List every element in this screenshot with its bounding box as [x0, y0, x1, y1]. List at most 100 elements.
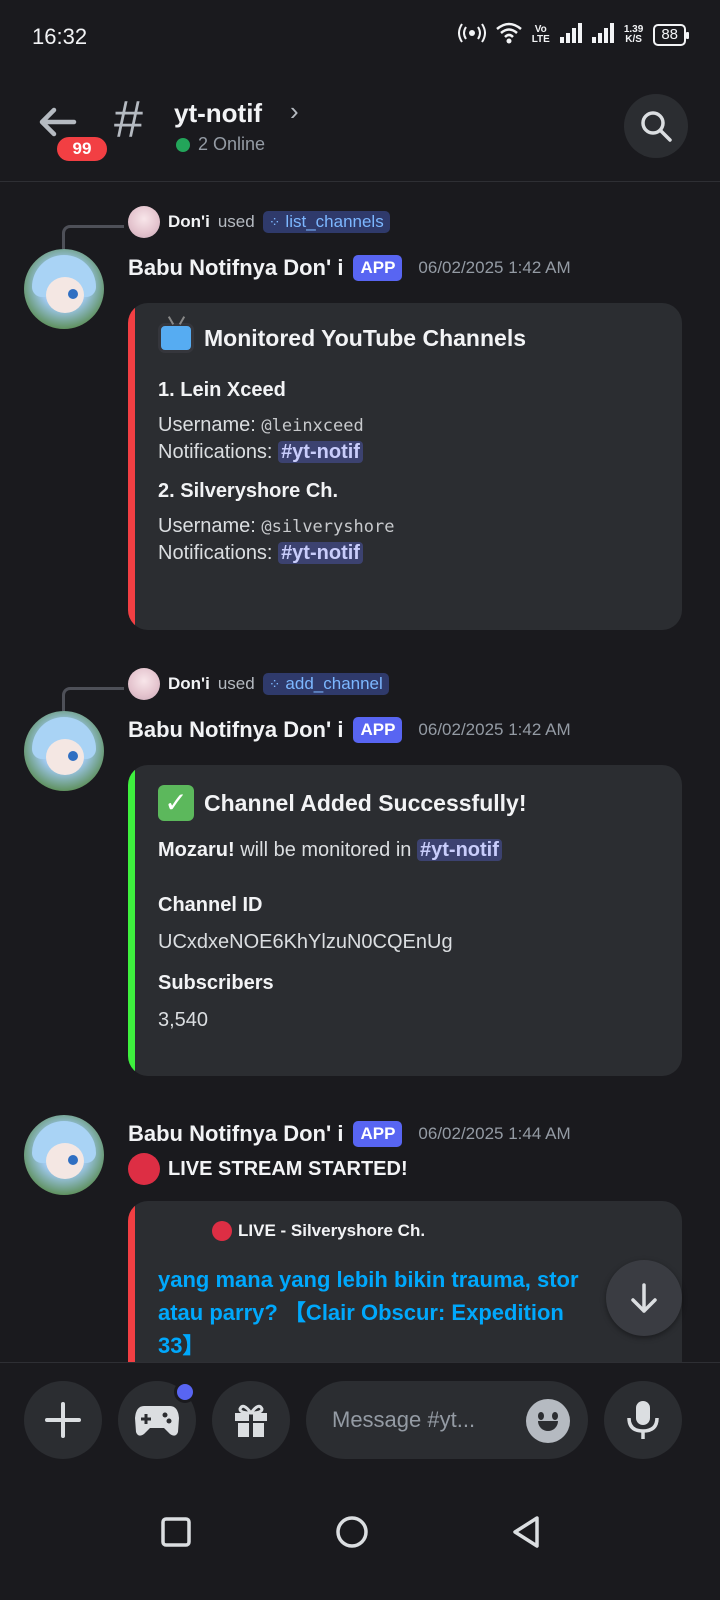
embed-author[interactable]: LIVE - Silveryshore Ch. [212, 1221, 662, 1241]
channel-entry-heading: 2. Silveryshore Ch. [158, 480, 339, 502]
notifications-label: Notifications: [158, 542, 273, 564]
channel-title[interactable]: yt-notif [174, 98, 262, 129]
message-input[interactable]: Message #yt... [306, 1381, 588, 1459]
command-reply[interactable]: Don'i used ⁘ list_channels [128, 206, 390, 238]
network-speed-value: 1.39 [623, 23, 644, 35]
message-timestamp: 06/02/2025 1:42 AM [418, 720, 571, 739]
field-value: 3,540 [158, 1009, 209, 1031]
notification-dot [174, 1381, 196, 1403]
volte-top: Vo [534, 23, 547, 35]
message-timestamp: 06/02/2025 1:44 AM [418, 1124, 571, 1143]
hotspot-icon [457, 23, 486, 46]
embed-title-link[interactable]: yang mana yang lebih bikin trauma, stor … [158, 1263, 662, 1362]
channel-entry-notifications: Notifications: #yt-notif [158, 441, 662, 464]
back-nav-button[interactable] [496, 1502, 556, 1562]
wifi-icon [495, 22, 522, 47]
message-timestamp: 06/02/2025 1:42 AM [418, 258, 571, 277]
battery-icon: 88 [653, 23, 689, 46]
message-list[interactable]: Don'i used ⁘ list_channels Babu Notifnya… [0, 183, 720, 1388]
reply-connector [62, 225, 124, 249]
emoji-icon[interactable] [526, 1399, 570, 1443]
command-name: add_channel [285, 674, 383, 693]
username-label: Username: [158, 515, 256, 537]
signal-icon [559, 23, 582, 46]
red-circle-icon [212, 1221, 232, 1241]
embed-author-text: LIVE - Silveryshore Ch. [238, 1221, 426, 1240]
add-attachment-button[interactable] [24, 1381, 102, 1459]
embed-description: Mozaru! will be monitored in #yt-notif [158, 839, 662, 862]
channel-entry: 1. Lein Xceed Username: @leinxceed Notif… [158, 379, 662, 464]
jump-to-bottom-button[interactable] [606, 1260, 682, 1336]
message-author[interactable]: Babu Notifnya Don' i [128, 1121, 343, 1147]
reply-connector [62, 687, 124, 711]
embed-title-text: Channel Added Successfully! [204, 789, 527, 816]
arrow-down-icon [631, 1283, 657, 1313]
channel-entry-notifications: Notifications: #yt-notif [158, 542, 662, 565]
embed-title: ✓ Channel Added Successfully! [158, 785, 662, 821]
username-value: @leinxceed [261, 416, 364, 436]
message-author[interactable]: Babu Notifnya Don' i [128, 717, 343, 743]
voice-message-button[interactable] [604, 1381, 682, 1459]
avatar[interactable] [24, 1115, 104, 1195]
gift-icon [235, 1404, 267, 1437]
notifications-label: Notifications: [158, 441, 273, 463]
field-name: Channel ID [158, 894, 263, 916]
network-speed: 1.39 K/S [623, 23, 644, 45]
gift-button[interactable] [212, 1381, 290, 1459]
circle-icon [336, 1516, 368, 1548]
username-value: @silveryshore [261, 517, 395, 537]
recents-button[interactable] [146, 1502, 206, 1562]
command-pill[interactable]: ⁘ list_channels [262, 211, 390, 233]
channel-entry: 2. Silveryshore Ch. Username: @silverysh… [158, 480, 662, 565]
channel-mention[interactable]: #yt-notif [278, 542, 363, 564]
message-text: LIVE STREAM STARTED! [168, 1157, 408, 1180]
message-composer: Message #yt... [0, 1362, 720, 1472]
signal-icon [591, 23, 614, 46]
activities-button[interactable] [118, 1381, 196, 1459]
app-badge: APP [353, 255, 403, 281]
chevron-right-icon[interactable]: › [290, 96, 299, 127]
message-author[interactable]: Babu Notifnya Don' i [128, 255, 343, 281]
check-mark-icon: ✓ [158, 785, 194, 821]
channel-mention[interactable]: #yt-notif [417, 839, 502, 861]
embed-accent-bar [128, 1201, 135, 1388]
embed-title-text: Monitored YouTube Channels [204, 324, 526, 351]
plus-icon [45, 1402, 81, 1438]
description-text: will be monitored in [240, 839, 412, 861]
embed-card: ✓ Channel Added Successfully! Mozaru! wi… [128, 765, 682, 1076]
message-header: Babu Notifnya Don' i APP 06/02/2025 1:42… [128, 717, 571, 743]
status-bar: 16:32 Vo LTE 1.39 K/S 88 [0, 0, 720, 72]
volte-indicator: Vo LTE [531, 23, 550, 45]
app-badge: APP [353, 1121, 403, 1147]
gamepad-icon [135, 1406, 179, 1436]
home-button[interactable] [322, 1502, 382, 1562]
avatar[interactable] [24, 249, 104, 329]
embed-title-line: atau parry? 【Clair Obscur: Expedition [158, 1300, 564, 1325]
app-badge: APP [353, 717, 403, 743]
command-pill[interactable]: ⁘ add_channel [262, 673, 389, 695]
message-header: Babu Notifnya Don' i APP 06/02/2025 1:44… [128, 1121, 571, 1147]
reply-username: Don'i [168, 212, 210, 231]
television-icon [158, 323, 194, 353]
online-status: 2 Online [176, 134, 265, 155]
message-input-placeholder: Message #yt... [332, 1407, 476, 1432]
search-button[interactable] [624, 94, 688, 158]
username-label: Username: [158, 414, 256, 436]
field-value: UCxdxeNOE6KhYlzuN0CQEnUg [158, 931, 453, 953]
avatar [128, 206, 160, 238]
online-dot [176, 137, 190, 152]
avatar [128, 668, 160, 700]
command-reply[interactable]: Don'i used ⁘ add_channel [128, 668, 389, 700]
app-command-icon: ⁘ [268, 675, 281, 692]
channel-entry-heading: 1. Lein Xceed [158, 379, 286, 401]
reply-username: Don'i [168, 674, 210, 693]
embed-accent-bar [128, 765, 135, 1076]
status-time: 16:32 [32, 24, 88, 49]
app-command-icon: ⁘ [268, 213, 281, 230]
avatar[interactable] [24, 711, 104, 791]
microphone-icon [627, 1401, 659, 1439]
channel-mention[interactable]: #yt-notif [278, 441, 363, 463]
hash-icon: # [114, 91, 143, 149]
volte-bottom: LTE [531, 33, 550, 45]
embed-title-line: 33】 [158, 1333, 205, 1358]
